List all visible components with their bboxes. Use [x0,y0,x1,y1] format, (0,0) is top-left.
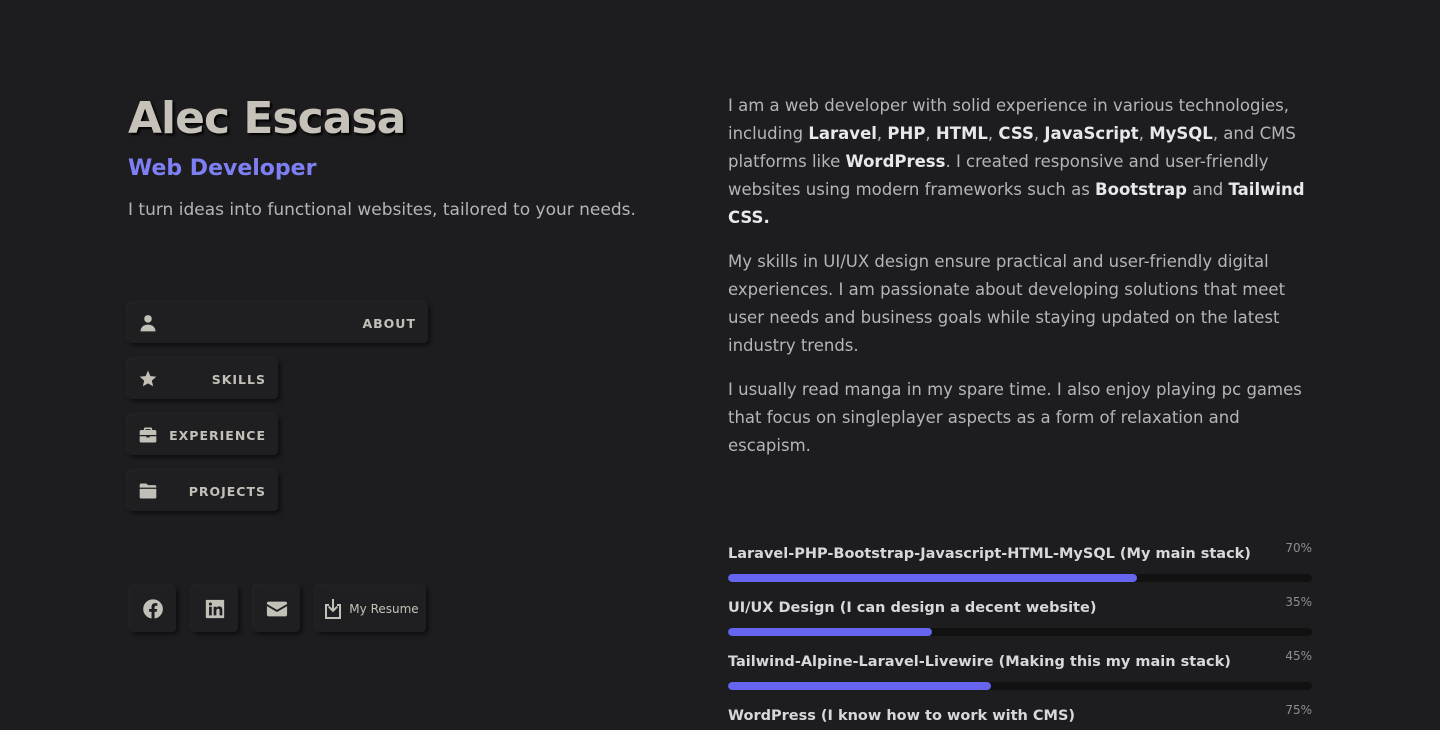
linkedin-icon [204,598,226,620]
nav-item-projects[interactable]: PROJECTS [128,471,278,511]
skill-name: Tailwind-Alpine-Laravel-Livewire (Making… [728,654,1231,670]
nav-item-label: ABOUT [362,315,416,331]
skill-item: Laravel-PHP-Bootstrap-Javascript-HTML-My… [728,541,1312,582]
skill-item: Tailwind-Alpine-Laravel-Livewire (Making… [728,649,1312,690]
skill-percent: 75% [1285,703,1312,717]
star-icon [138,369,158,389]
nav-item-skills[interactable]: SKILLS [128,359,278,399]
nav-item-label: EXPERIENCE [169,427,266,443]
skill-percent: 70% [1285,541,1312,555]
skill-item: UI/UX Design (I can design a decent webs… [728,595,1312,636]
skill-name: UI/UX Design (I can design a decent webs… [728,600,1097,616]
facebook-icon [142,598,164,620]
about-paragraph-1: I am a web developer with solid experien… [728,96,1305,227]
briefcase-icon [138,425,158,445]
skill-progress-bar [728,682,1312,690]
about-paragraph-3: I usually read manga in my spare time. I… [728,380,1302,455]
profile-name: Alec Escasa [128,93,406,144]
profile-tagline: I turn ideas into functional websites, t… [128,200,636,220]
skill-progress-fill [728,682,991,690]
nav-item-experience[interactable]: EXPERIENCE [128,415,278,455]
skill-name: Laravel-PHP-Bootstrap-Javascript-HTML-My… [728,546,1251,562]
skills-section: Laravel-PHP-Bootstrap-Javascript-HTML-My… [728,541,1312,730]
skill-progress-bar [728,574,1312,582]
facebook-button[interactable] [130,586,176,632]
resume-button[interactable]: My Resume [316,586,426,632]
linkedin-button[interactable] [192,586,238,632]
mail-icon [266,598,288,620]
profile-header: Alec Escasa Web Developer I turn ideas i… [128,92,648,222]
skill-percent: 35% [1285,595,1312,609]
about-paragraph-2: My skills in UI/UX design ensure practic… [728,252,1286,355]
skill-progress-fill [728,628,933,636]
skill-progress-fill [728,574,1137,582]
nav-item-label: SKILLS [211,371,266,387]
portfolio-page: Alec Escasa Web Developer I turn ideas i… [0,0,1440,730]
skill-percent: 45% [1285,649,1312,663]
social-links: My Resume [130,586,426,632]
folder-icon [138,481,158,501]
nav-item-about[interactable]: ABOUT [128,303,428,343]
skill-progress-bar [728,628,1312,636]
nav-item-label: PROJECTS [188,483,266,499]
about-section: I am a web developer with solid experien… [728,92,1314,476]
email-button[interactable] [254,586,300,632]
user-icon [138,313,158,333]
skill-item: WordPress (I know how to work with CMS) … [728,703,1312,730]
download-icon [323,598,343,620]
resume-label: My Resume [349,602,419,616]
profile-role: Web Developer [128,156,317,181]
skill-name: WordPress (I know how to work with CMS) [728,708,1076,724]
section-nav: ABOUT SKILLS EXPERIENCE PROJECTS [128,303,428,527]
